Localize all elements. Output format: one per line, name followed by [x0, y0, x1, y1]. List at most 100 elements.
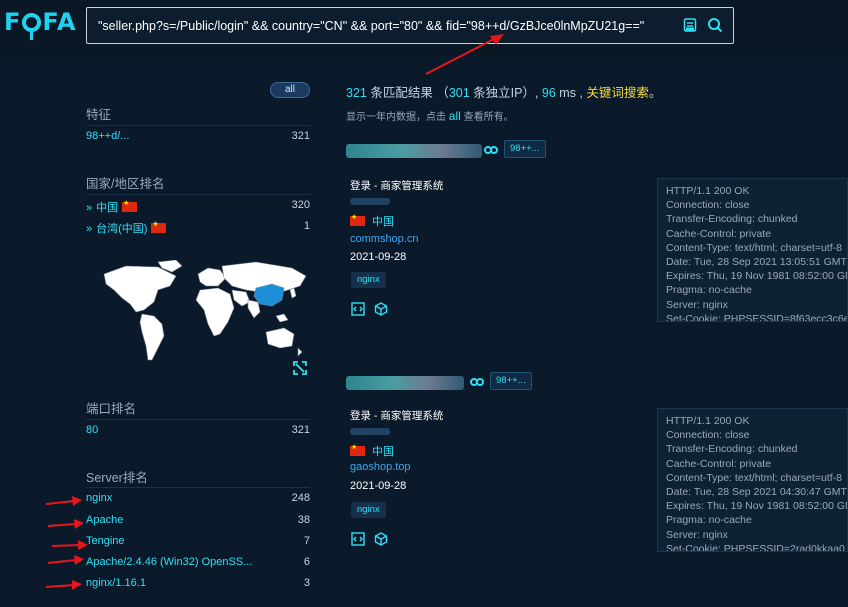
country-count: 320	[291, 199, 310, 211]
country-label[interactable]: 台湾(中国)	[96, 223, 147, 235]
server-count: 248	[291, 492, 310, 504]
divider	[86, 194, 310, 195]
server-row[interactable]: nginx/1.16.1 3	[86, 577, 310, 593]
china-flag-icon	[122, 199, 138, 212]
top-bar: F FA "seller.php?s=/Public/login" && coun…	[0, 0, 848, 56]
divider	[86, 125, 310, 126]
http-line: Server: nginx	[666, 528, 728, 541]
code-icon[interactable]	[351, 302, 365, 316]
server-tag[interactable]: nginx	[351, 272, 386, 288]
annotation-arrow	[51, 540, 88, 550]
divider	[86, 419, 310, 420]
result-title: 登录 - 商家管理系统	[350, 410, 444, 422]
server-row[interactable]: Tengine 7	[86, 535, 310, 551]
all-toggle[interactable]: all	[270, 82, 310, 98]
annotation-arrow	[47, 519, 84, 529]
http-line: Cache-Control: private	[666, 227, 772, 240]
search-bar[interactable]: "seller.php?s=/Public/login" && country=…	[86, 7, 734, 44]
annotation-arrow	[47, 555, 84, 565]
result-title: 登录 - 商家管理系统	[350, 180, 444, 192]
http-line: Date: Tue, 28 Sep 2021 13:05:51 GMT	[666, 256, 847, 269]
code-icon[interactable]	[351, 532, 365, 546]
http-line: Transfer-Encoding: chunked	[666, 443, 798, 456]
keyword-search-link[interactable]: 关键词搜索	[586, 86, 649, 100]
feature-row[interactable]: 98++d/... 321	[86, 130, 310, 146]
china-flag-icon	[151, 220, 167, 233]
fid-tag[interactable]: 98++...	[504, 140, 546, 158]
http-line: Content-Type: text/html; charset=utf-8	[666, 241, 842, 254]
china-highlight[interactable]	[253, 283, 285, 307]
redacted-ip[interactable]	[350, 428, 390, 435]
country-count: 1	[303, 220, 310, 232]
http-line: Pragma: no-cache	[666, 284, 752, 297]
link-icon[interactable]	[484, 145, 498, 155]
server-label[interactable]: Tengine	[86, 535, 125, 547]
server-label[interactable]: Apache/2.4.46 (Win32) OpenSS...	[86, 556, 252, 568]
country-name[interactable]: 中国	[372, 216, 394, 228]
redacted-ip[interactable]	[350, 198, 390, 205]
feature-label[interactable]: 98++d/...	[86, 130, 129, 142]
server-row[interactable]: nginx 248	[86, 492, 310, 508]
server-label[interactable]: nginx	[86, 492, 112, 504]
country-row[interactable]: »中国 320	[86, 199, 310, 215]
link-icon[interactable]	[470, 377, 484, 387]
http-line: Cache-Control: private	[666, 457, 772, 470]
cube-icon[interactable]	[374, 532, 388, 546]
result-country[interactable]: 中国	[350, 213, 394, 229]
result-count: 321	[346, 86, 367, 100]
sub-text: 查看所有。	[460, 112, 514, 123]
expand-icon[interactable]	[292, 360, 308, 376]
fid-tag[interactable]: 98++...	[490, 372, 532, 390]
redacted-host[interactable]	[346, 144, 482, 158]
country-title: 国家/地区排名	[86, 177, 165, 191]
world-map[interactable]	[96, 260, 311, 370]
server-row[interactable]: Apache/2.4.46 (Win32) OpenSS... 6	[86, 556, 310, 572]
fofa-logo[interactable]: F FA	[4, 8, 77, 40]
result-country[interactable]: 中国	[350, 443, 394, 459]
cube-icon[interactable]	[374, 302, 388, 316]
feature-title: 特征	[86, 108, 112, 122]
doc-icon[interactable]	[682, 17, 698, 33]
redacted-host[interactable]	[346, 376, 464, 390]
summary-text: 条匹配结果 （	[366, 86, 449, 100]
sub-note: 显示一年内数据，点击 all 查看所有。	[346, 108, 848, 123]
http-response[interactable]: HTTP/1.1 200 OK Connection: close Transf…	[657, 408, 848, 552]
http-line: HTTP/1.1 200 OK	[666, 185, 750, 197]
country-label[interactable]: 中国	[96, 202, 118, 214]
http-response[interactable]: HTTP/1.1 200 OK Connection: close Transf…	[657, 178, 848, 322]
results-panel: 321 条匹配结果 （301 条独立IP）, 96 ms , 关键词搜索。 显示…	[346, 82, 848, 552]
result-summary: 321 条匹配结果 （301 条独立IP）, 96 ms , 关键词搜索。	[346, 82, 848, 101]
http-line: HTTP/1.1 200 OK	[666, 415, 750, 427]
search-icon[interactable]	[707, 17, 723, 33]
result-date: 2021-09-28	[350, 480, 407, 492]
port-label[interactable]: 80	[86, 424, 98, 436]
http-line: Set-Cookie: PHPSESSID=2rad0kkaa0	[666, 542, 845, 552]
server-count: 6	[303, 556, 310, 568]
server-row[interactable]: Apache 38	[86, 514, 310, 530]
port-row[interactable]: 80 321	[86, 424, 310, 440]
result-domain[interactable]: gaoshop.top	[350, 461, 411, 473]
port-title: 端口排名	[86, 402, 137, 416]
result-date: 2021-09-28	[350, 251, 407, 263]
china-flag-icon	[350, 213, 365, 226]
server-count: 3	[303, 577, 310, 589]
query-time: 96	[541, 86, 556, 100]
server-count: 7	[303, 535, 310, 547]
http-line: Connection: close	[666, 199, 750, 212]
server-tag[interactable]: nginx	[351, 502, 386, 518]
country-row[interactable]: »台湾(中国) 1	[86, 220, 310, 236]
annotation-arrow	[45, 580, 82, 590]
result-domain[interactable]: commshop.cn	[350, 233, 418, 245]
http-line: Pragma: no-cache	[666, 514, 752, 527]
search-input[interactable]: "seller.php?s=/Public/login" && country=…	[98, 19, 644, 33]
server-count: 38	[297, 514, 310, 526]
country-name[interactable]: 中国	[372, 446, 394, 458]
chevron-right-icon: »	[86, 202, 93, 214]
show-all-link[interactable]: all	[449, 109, 461, 123]
annotation-arrow	[45, 496, 82, 506]
summary-text: ms ,	[555, 86, 587, 100]
server-label[interactable]: Apache	[86, 514, 123, 526]
http-line: Transfer-Encoding: chunked	[666, 213, 798, 226]
server-label[interactable]: nginx/1.16.1	[86, 577, 146, 589]
http-line: Set-Cookie: PHPSESSID=8f63ecc3c6e1	[666, 312, 848, 322]
